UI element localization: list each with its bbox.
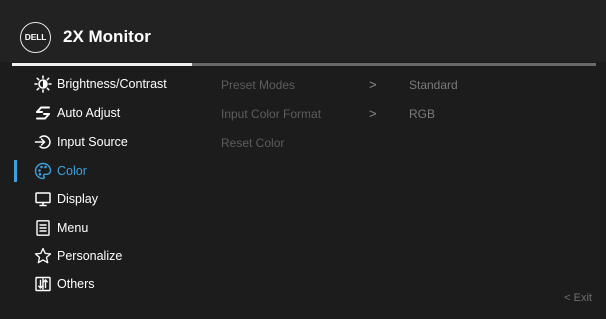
osd-header: DELL 2X Monitor [0,0,606,62]
header-divider-active [12,63,192,66]
menu-item-menu[interactable]: Menu [34,216,209,240]
menu-label: Brightness/Contrast [57,77,167,91]
monitor-title: 2X Monitor [63,27,151,46]
dell-logo: DELL [20,22,51,53]
header-divider [192,63,596,66]
menu-label: Auto Adjust [57,106,121,120]
menu-item-input-source[interactable]: Input Source [34,130,209,154]
exit-button[interactable]: < Exit [564,291,592,305]
menu-item-others[interactable]: Others [34,272,209,296]
star-icon [34,247,52,264]
menu-label: Color [57,164,87,178]
menu-item-display[interactable]: Display [34,187,209,211]
auto-adjust-icon [36,106,50,120]
menu-label: Menu [57,221,89,235]
menu-item-color[interactable]: Color [34,159,209,183]
input-source-icon [34,135,51,149]
chevron-right-icon: > [369,106,377,121]
submenu-input-color-format[interactable]: Input Color Format [221,105,321,123]
menu-icon [36,220,50,236]
menu-label: Display [57,192,98,206]
monitor-osd: DELL 2X Monitor Brightness/Contrast Auto… [0,0,606,319]
brightness-icon [34,75,52,93]
chevron-right-icon: > [369,77,377,92]
input-color-format-value: RGB [409,107,436,121]
preset-modes-value: Standard [409,78,458,92]
display-icon [35,192,51,207]
color-palette-icon [34,162,52,180]
menu-label: Others [57,277,95,291]
submenu-preset-modes[interactable]: Preset Modes [221,76,295,94]
menu-label: Input Source [57,135,128,149]
menu-item-brightness-contrast[interactable]: Brightness/Contrast [34,72,209,96]
others-icon [35,276,51,292]
submenu-reset-color[interactable]: Reset Color [221,134,284,152]
menu-item-auto-adjust[interactable]: Auto Adjust [34,101,209,125]
menu-label: Personalize [57,249,123,263]
menu-item-personalize[interactable]: Personalize [34,244,209,268]
selection-indicator [14,160,17,182]
